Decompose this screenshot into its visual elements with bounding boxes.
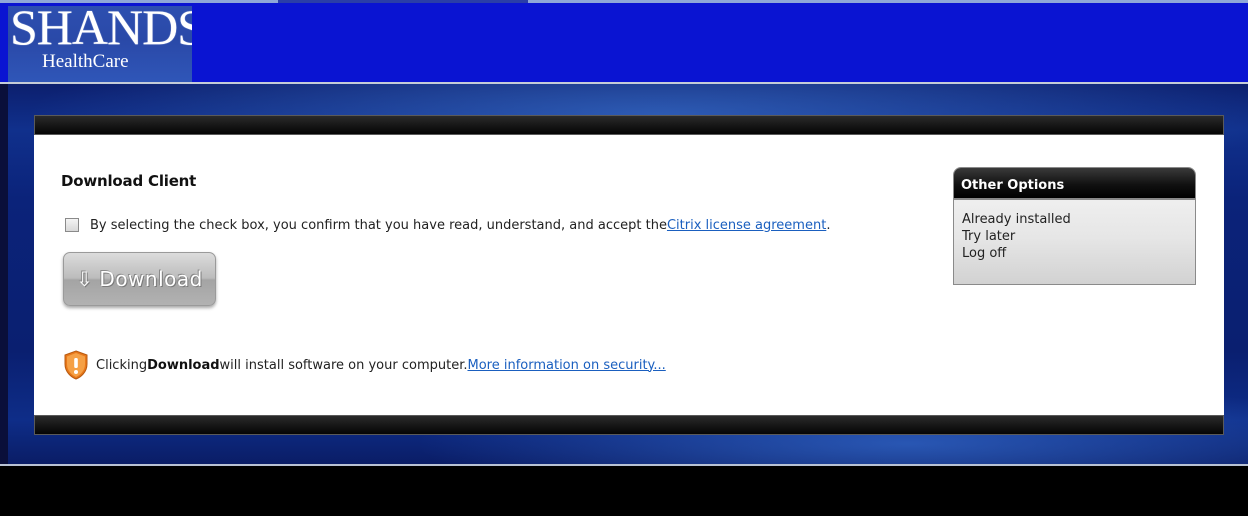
security-text: Clicking — [96, 357, 148, 373]
download-panel: Download Client By selecting the check b… — [34, 135, 1224, 415]
shield-warning-icon — [64, 350, 88, 380]
security-notice: Clicking Download will install software … — [63, 350, 666, 380]
license-agreement-row: By selecting the check box, you confirm … — [65, 215, 830, 235]
other-options-list: Already installed Try later Log off — [954, 200, 1195, 262]
shands-logo: SHANDS HealthCare — [8, 6, 192, 82]
download-button-label: Download — [99, 267, 203, 291]
security-text-bold: Download — [147, 357, 220, 373]
panel-top-bar — [34, 115, 1224, 135]
logo-main-text: SHANDS — [10, 6, 192, 55]
citrix-download-page: SHANDS HealthCare Download Client By sel… — [0, 0, 1248, 516]
agreement-text-end: . — [826, 217, 831, 233]
option-already-installed[interactable]: Already installed — [962, 211, 1195, 228]
footer-area — [0, 466, 1248, 516]
other-options-title: Other Options — [954, 168, 1195, 200]
security-info-link[interactable]: More information on security... — [467, 358, 665, 373]
agreement-text: By selecting the check box, you confirm … — [90, 217, 667, 233]
option-try-later[interactable]: Try later — [962, 228, 1195, 245]
download-button[interactable]: ⇩ Download — [63, 252, 216, 306]
other-options-box: Other Options Already installed Try late… — [953, 167, 1196, 285]
header-top-line — [0, 0, 1248, 3]
logo-sub-text: HealthCare — [42, 51, 129, 72]
site-header: SHANDS HealthCare — [0, 0, 1248, 82]
download-arrow-icon: ⇩ — [76, 267, 94, 291]
option-log-off[interactable]: Log off — [962, 245, 1195, 262]
security-text-rest: will install software on your computer. — [219, 357, 468, 373]
download-client-title: Download Client — [61, 172, 197, 190]
license-agreement-checkbox[interactable] — [65, 218, 79, 232]
citrix-license-link[interactable]: Citrix license agreement — [667, 218, 826, 233]
panel-bottom-bar — [34, 415, 1224, 435]
